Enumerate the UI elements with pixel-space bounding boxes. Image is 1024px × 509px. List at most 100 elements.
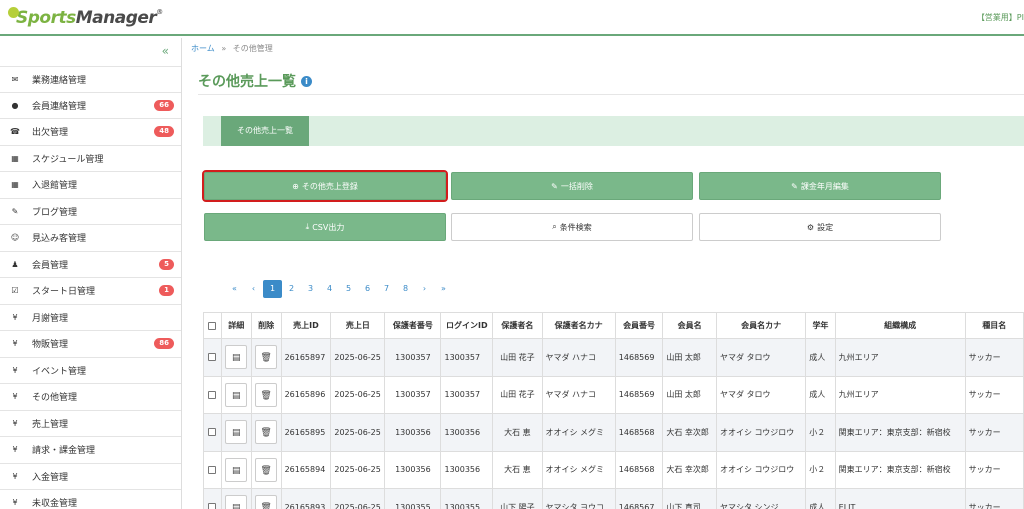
trash-icon[interactable]: 🗑 <box>255 457 278 482</box>
column-header[interactable]: 会員名 <box>662 312 717 339</box>
csv-export-button[interactable]: ⤓ CSV出力 <box>204 213 446 241</box>
table-row[interactable]: ▤ 🗑 26165896 2025-06-25 1300357 1300357 山田 花子ヤ… <box>203 375 1024 414</box>
pager-page-button[interactable]: 5 <box>339 280 358 298</box>
row-checkbox[interactable] <box>208 428 217 437</box>
sidebar-item[interactable]: ¥ その他管理 <box>0 384 181 411</box>
info-icon[interactable]: i <box>301 75 312 87</box>
select-all-checkbox[interactable] <box>208 321 217 330</box>
row-checkbox[interactable] <box>208 353 217 362</box>
sidebar-item[interactable]: ✉ 業務連絡管理 <box>0 66 181 93</box>
count-badge: 1 <box>159 285 174 296</box>
row-select-cell <box>203 488 222 509</box>
sidebar-item[interactable]: ¥ 請求・課金管理 <box>0 437 181 464</box>
column-header[interactable]: 組織構成 <box>834 312 966 339</box>
row-checkbox[interactable] <box>208 390 217 399</box>
column-header[interactable]: 削除 <box>250 312 282 339</box>
column-header[interactable]: 売上ID <box>280 312 332 339</box>
sidebar-item-label: 請求・課金管理 <box>32 446 96 457</box>
table-cell: サッカー <box>964 375 1024 414</box>
pagination: «‹ 1 2 3 4 5 6 7 8 ›» <box>225 280 453 298</box>
detail-cell: ▤ <box>220 488 252 509</box>
sidebar-item[interactable]: ¥ 未収金管理 <box>0 490 181 509</box>
sidebar-item-label: 未収金管理 <box>32 499 78 509</box>
sidebar-item[interactable]: ¥ 入金管理 <box>0 464 181 490</box>
file-icon[interactable]: ▤ <box>225 345 248 370</box>
trash-icon[interactable]: 🗑 <box>255 420 278 445</box>
table-cell: 1468568 <box>614 450 664 489</box>
pager-first-button[interactable]: « <box>225 280 244 298</box>
sidebar-item-label: 見込み客管理 <box>32 234 87 245</box>
row-select-cell <box>203 450 222 489</box>
file-icon[interactable]: ▤ <box>225 457 248 482</box>
sidebar-item[interactable]: ¥ 物販管理 86 <box>0 331 181 358</box>
tab-other-sales-list[interactable]: その他売上一覧 <box>221 116 309 146</box>
column-header[interactable]: 会員名カナ <box>715 312 807 339</box>
column-header[interactable]: 保護者名カナ <box>541 312 616 339</box>
user-label[interactable]: 【営業用】PI <box>977 12 1024 23</box>
trash-icon[interactable]: 🗑 <box>255 345 278 370</box>
sidebar-item-label: 入退館管理 <box>32 181 78 192</box>
sidebar-item[interactable]: ¥ 売上管理 <box>0 411 181 437</box>
file-icon[interactable]: ▤ <box>225 382 248 407</box>
breadcrumb-home-link[interactable]: ホーム <box>191 44 215 53</box>
download-icon: ⤓ <box>305 222 310 231</box>
pager-page-button[interactable]: 1 <box>263 280 282 298</box>
table-row[interactable]: ▤ 🗑 26165893 2025-06-25 1300355 1300355 山下 陽子ヤ… <box>203 488 1024 509</box>
sidebar-item[interactable]: ▦ スケジュール管理 <box>0 146 181 172</box>
sidebar-item[interactable]: ☑ スタート日管理 1 <box>0 278 181 305</box>
delete-cell: 🗑 <box>250 488 282 509</box>
table-row[interactable]: ▤ 🗑 26165895 2025-06-25 1300356 1300356 大石 恵オオ… <box>203 413 1024 452</box>
pager-page-button[interactable]: 7 <box>377 280 396 298</box>
menu-item-icon: ♟ <box>11 259 19 269</box>
pager-page-button[interactable]: 3 <box>301 280 320 298</box>
sidebar-item[interactable]: ☎ 出欠管理 48 <box>0 119 181 146</box>
table-cell: サッカー <box>964 450 1024 489</box>
pager-next-button[interactable]: › <box>415 280 434 298</box>
row-checkbox[interactable] <box>208 465 217 474</box>
table-cell: 26165894 <box>280 450 332 489</box>
column-header[interactable]: 会員番号 <box>614 312 664 339</box>
sidebar-item[interactable]: ✎ ブログ管理 <box>0 199 181 225</box>
sidebar-item[interactable]: ● 会員連絡管理 66 <box>0 93 181 119</box>
menu-item-icon: ¥ <box>12 339 18 349</box>
sidebar-item[interactable]: ♟ 会員管理 5 <box>0 252 181 278</box>
table-row[interactable]: ▤ 🗑 26165894 2025-06-25 1300356 1300356 大石 恵オオ… <box>203 450 1024 489</box>
sidebar-item[interactable]: ¥ 月謝管理 <box>0 305 181 331</box>
column-header[interactable]: 種目名 <box>964 312 1024 339</box>
column-header[interactable]: 詳細 <box>220 312 252 339</box>
table-cell: 山田 花子 <box>492 338 543 377</box>
menu-item-icon: ¥ <box>12 365 18 375</box>
sidebar-item[interactable]: ☺ 見込み客管理 <box>0 225 181 252</box>
condition-search-button[interactable]: ⌕ 条件検索 <box>451 213 693 241</box>
sidebar-item[interactable]: ¥ イベント管理 <box>0 358 181 384</box>
pager-page-button[interactable]: 8 <box>396 280 415 298</box>
trash-icon[interactable]: 🗑 <box>255 495 278 509</box>
table-row[interactable]: ▤ 🗑 26165897 2025-06-25 1300357 1300357 山田 花子ヤ… <box>203 338 1024 377</box>
file-icon[interactable]: ▤ <box>225 420 248 445</box>
column-header[interactable]: 保護者番号 <box>384 312 442 339</box>
row-checkbox[interactable] <box>208 503 217 509</box>
column-header[interactable]: ログインID <box>440 312 494 339</box>
table-cell: 山下 真司 <box>662 488 717 509</box>
table-cell: ヤマダ ハナコ <box>541 375 616 414</box>
billing-month-edit-button[interactable]: ✎ 課金年月編集 <box>699 172 941 200</box>
column-header[interactable]: 学年 <box>805 312 836 339</box>
pager-page-button[interactable]: 2 <box>282 280 301 298</box>
column-header[interactable]: 保護者名 <box>492 312 543 339</box>
pager-prev-button[interactable]: ‹ <box>244 280 263 298</box>
pager-page-button[interactable]: 6 <box>358 280 377 298</box>
collapse-sidebar-icon[interactable]: « <box>162 44 169 58</box>
pager-page-button[interactable]: 4 <box>320 280 339 298</box>
app-logo[interactable]: Sports Manager ® <box>8 6 163 30</box>
sidebar-item-label: ブログ管理 <box>32 207 78 218</box>
trash-icon[interactable]: 🗑 <box>255 382 278 407</box>
file-icon[interactable]: ▤ <box>225 495 248 509</box>
row-select-cell <box>203 413 222 452</box>
column-header[interactable]: 売上日 <box>330 312 386 339</box>
table-body: ▤ 🗑 26165897 2025-06-25 1300357 1300357 山田 花子ヤ… <box>203 338 1024 509</box>
settings-button[interactable]: ⚙ 設定 <box>699 213 941 241</box>
sidebar-item[interactable]: ▦ 入退館管理 <box>0 172 181 199</box>
bulk-delete-button[interactable]: ✎ 一括削除 <box>451 172 693 200</box>
register-other-sales-button[interactable]: ⊕ その他売上登録 <box>202 170 448 202</box>
pager-last-button[interactable]: » <box>434 280 453 298</box>
